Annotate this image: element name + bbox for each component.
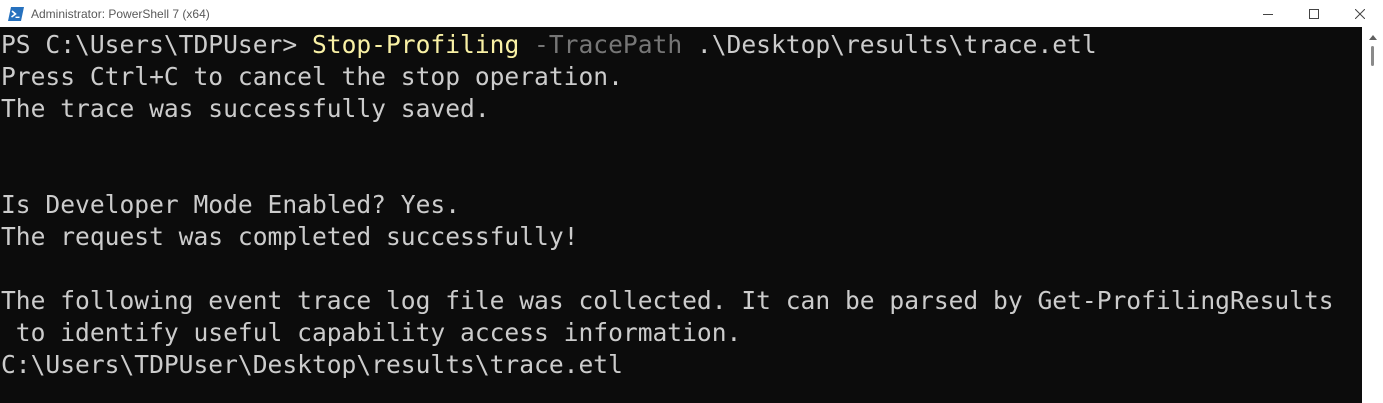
command-name: Stop-Profiling xyxy=(311,30,520,59)
window-title: Administrator: PowerShell 7 (x64) xyxy=(31,6,210,21)
title-bar[interactable]: Administrator: PowerShell 7 (x64) xyxy=(0,0,1383,27)
prompt: PS C:\Users\TDPUser> xyxy=(1,30,312,59)
caret-up-icon xyxy=(1368,27,1377,45)
output-line: Is Developer Mode Enabled? Yes. xyxy=(1,190,461,219)
command-argument: .\Desktop\results\trace.etl xyxy=(682,30,1097,59)
output-line: The following event trace log file was c… xyxy=(1,286,1334,315)
minimize-button[interactable] xyxy=(1245,0,1291,27)
window-controls xyxy=(1245,0,1383,27)
prompt-line: PS C:\Users\TDPUser> Stop-Profiling -Tra… xyxy=(1,29,1097,61)
close-button[interactable] xyxy=(1337,0,1383,27)
powershell-icon[interactable] xyxy=(8,6,24,22)
output-line: The request was completed successfully! xyxy=(1,222,579,251)
close-icon xyxy=(1355,8,1365,19)
output-line: to identify useful capability access inf… xyxy=(1,318,742,347)
powershell-window: Administrator: PowerShell 7 (x64) PS C:\… xyxy=(0,0,1383,403)
output-line: The trace was successfully saved. xyxy=(1,94,490,123)
command-parameter: -TracePath xyxy=(519,30,683,59)
console-output[interactable]: PS C:\Users\TDPUser> Stop-Profiling -Tra… xyxy=(0,27,1362,403)
maximize-button[interactable] xyxy=(1291,0,1337,27)
minimize-icon xyxy=(1263,9,1273,19)
output-line: C:\Users\TDPUser\Desktop\results\trace.e… xyxy=(1,350,623,379)
output-line: Press Ctrl+C to cancel the stop operatio… xyxy=(1,62,623,91)
maximize-icon xyxy=(1309,8,1319,19)
scroll-thumb[interactable] xyxy=(1371,46,1374,66)
scroll-up-button[interactable] xyxy=(1362,29,1383,43)
vertical-scrollbar[interactable] xyxy=(1362,27,1383,403)
